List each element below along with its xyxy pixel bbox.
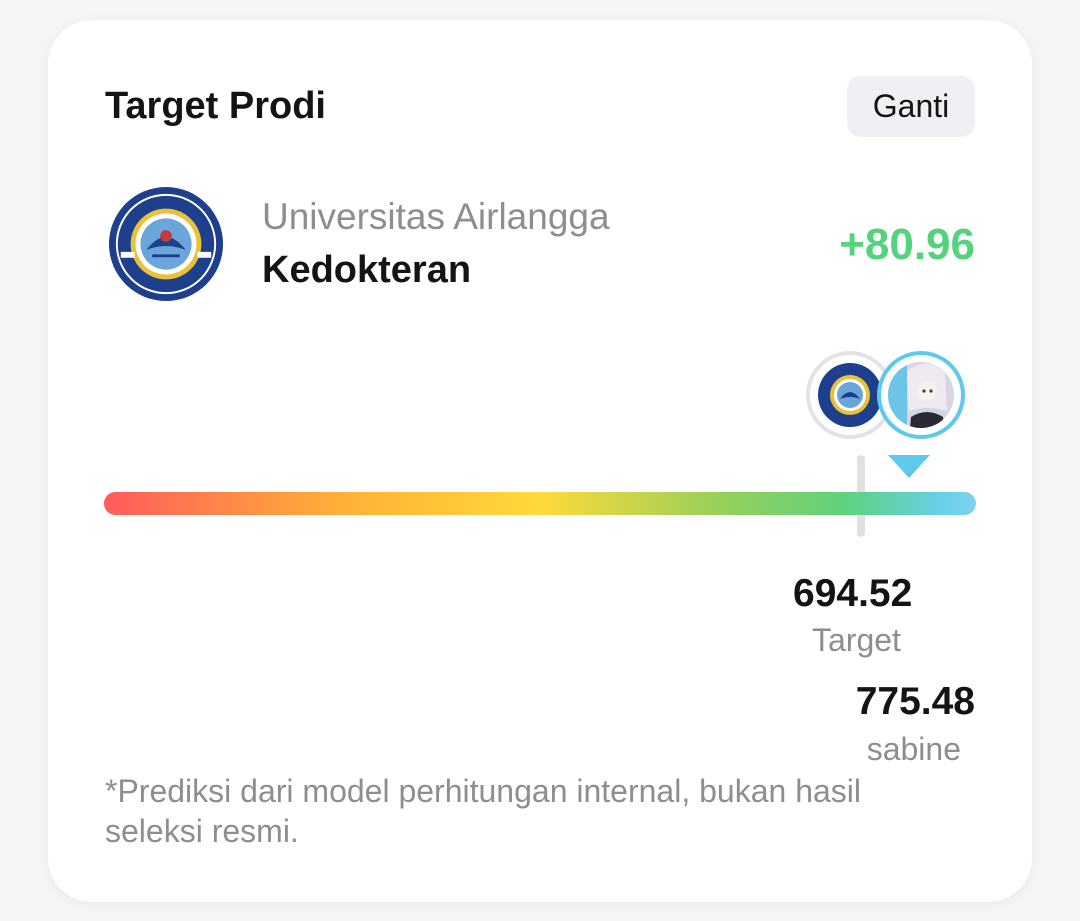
user-score: 775.48 [855,680,975,723]
program-name: Kedokteran [262,249,472,291]
user-avatar-icon [877,351,965,439]
target-label: Target [812,622,901,658]
target-score: 694.52 [793,572,913,615]
user-label: sabine [866,731,961,767]
change-program-button[interactable]: Ganti [847,76,975,137]
score-gradient-bar [104,492,976,515]
university-name: Universitas Airlangga [262,196,610,237]
university-logo-icon [108,186,224,302]
target-prodi-card [48,20,1032,902]
card-title: Target Prodi [105,85,326,127]
score-difference: +80.96 [839,220,975,269]
disclaimer-note: *Prediksi dari model perhitungan interna… [105,773,861,849]
user-position-pointer-icon [888,455,930,478]
